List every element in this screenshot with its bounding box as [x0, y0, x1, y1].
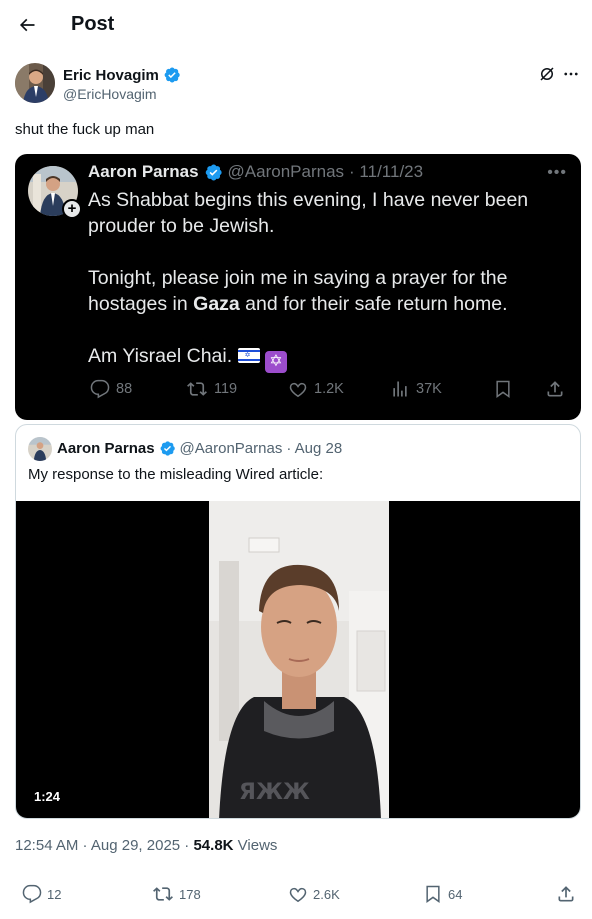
bold-text: Gaza — [193, 293, 240, 315]
author-handle[interactable]: @EricHovagim — [63, 86, 157, 102]
reply-icon — [22, 884, 42, 904]
post-timestamp: 12:54 AM · Aug 29, 2025 · 54.8K Views — [15, 837, 277, 854]
bookmark-button[interactable]: 64 — [423, 884, 462, 904]
quoted-handle: @AaronParnas — [179, 440, 283, 457]
quoted-date: · Aug 28 — [286, 440, 343, 457]
video-duration: 1:24 — [28, 787, 67, 806]
reply-icon — [90, 379, 110, 399]
text-span: Am Yisrael Chai. — [88, 345, 233, 367]
screenshot-date: · 11/11/23 — [349, 162, 424, 181]
more-options-icon[interactable] — [562, 65, 580, 88]
reply-stat: 88 — [90, 379, 132, 399]
verified-badge-icon — [205, 164, 222, 180]
screenshot-header: Aaron Parnas @AaronParnas · 11/11/23 — [88, 162, 423, 182]
like-button[interactable]: 2.6K — [288, 884, 340, 904]
video-thumbnail: ЯЖЖ — [209, 501, 389, 818]
post-text: shut the fuck up man — [15, 121, 155, 138]
views-icon — [393, 381, 407, 397]
views-count: 37K — [416, 381, 442, 397]
reply-count: 88 — [116, 381, 133, 397]
quoted-post-header: Aaron Parnas @AaronParnas · Aug 28 — [57, 440, 342, 457]
views-stat: 37K — [390, 379, 442, 399]
screenshot-handle: @AaronParnas — [227, 162, 345, 181]
back-arrow-icon[interactable] — [12, 10, 42, 40]
avatar — [28, 437, 52, 461]
follow-plus-icon: + — [62, 199, 82, 219]
screenshot-author-name: Aaron Parnas — [88, 162, 199, 181]
post-time[interactable]: 12:54 AM · Aug 29, 2025 · — [15, 837, 189, 854]
like-stat: 1.2K — [288, 379, 344, 399]
video-player[interactable]: ЯЖЖ 1:24 — [16, 501, 580, 818]
share-icon — [545, 379, 565, 399]
repost-icon — [153, 887, 173, 901]
repost-button[interactable]: 178 — [152, 884, 201, 904]
repost-icon — [187, 382, 207, 396]
like-icon — [289, 887, 307, 903]
post-author: Eric Hovagim @EricHovagim — [15, 63, 580, 107]
svg-text:ЯЖЖ: ЯЖЖ — [239, 780, 310, 805]
repost-count: 119 — [214, 381, 238, 397]
more-options-icon: ••• — [547, 164, 567, 181]
bookmark-icon — [426, 885, 440, 903]
israel-flag-icon: ✡ — [237, 348, 260, 363]
like-count: 1.2K — [314, 381, 344, 397]
screenshot-paragraph: Tonight, please join me in saying a pray… — [88, 265, 568, 317]
page-title: Post — [71, 13, 115, 35]
grok-icon[interactable] — [538, 65, 556, 88]
quoted-text: My response to the misleading Wired arti… — [28, 466, 324, 483]
action-bar: 12 178 2.6K 64 — [0, 884, 592, 912]
star-of-david-icon: ✡ — [264, 351, 287, 373]
like-icon — [289, 382, 307, 398]
screenshot-body: As Shabbat begins this evening, I have n… — [88, 187, 568, 399]
reply-count: 12 — [47, 886, 62, 902]
repost-count: 178 — [179, 886, 201, 902]
repost-stat: 119 — [186, 379, 237, 399]
verified-badge-icon — [164, 67, 180, 83]
author-name-text: Eric Hovagim — [63, 66, 159, 84]
verified-badge-icon — [160, 441, 175, 456]
screenshot-actions: 88 119 1.2K 37K — [90, 379, 570, 403]
author-name[interactable]: Eric Hovagim — [63, 66, 181, 84]
reply-button[interactable]: 12 — [22, 884, 61, 904]
avatar[interactable] — [15, 63, 55, 103]
quoted-post[interactable]: Aaron Parnas @AaronParnas · Aug 28 My re… — [15, 424, 581, 819]
views-label: Views — [237, 837, 278, 854]
text-span: and for their safe return home. — [239, 293, 508, 315]
quoted-author-name: Aaron Parnas — [57, 440, 155, 457]
top-bar: Post — [0, 0, 592, 52]
share-button[interactable] — [556, 884, 576, 904]
screenshot-paragraph: Am Yisrael Chai. ✡ ✡ — [88, 343, 568, 373]
bookmark-count: 64 — [448, 886, 463, 902]
views-count: 54.8K — [193, 837, 234, 854]
like-count: 2.6K — [313, 886, 340, 902]
bookmark-icon — [493, 379, 513, 399]
share-icon — [558, 886, 574, 902]
screenshot-paragraph: As Shabbat begins this evening, I have n… — [88, 189, 529, 237]
attached-image[interactable]: + Aaron Parnas @AaronParnas · 11/11/23 •… — [15, 154, 581, 420]
